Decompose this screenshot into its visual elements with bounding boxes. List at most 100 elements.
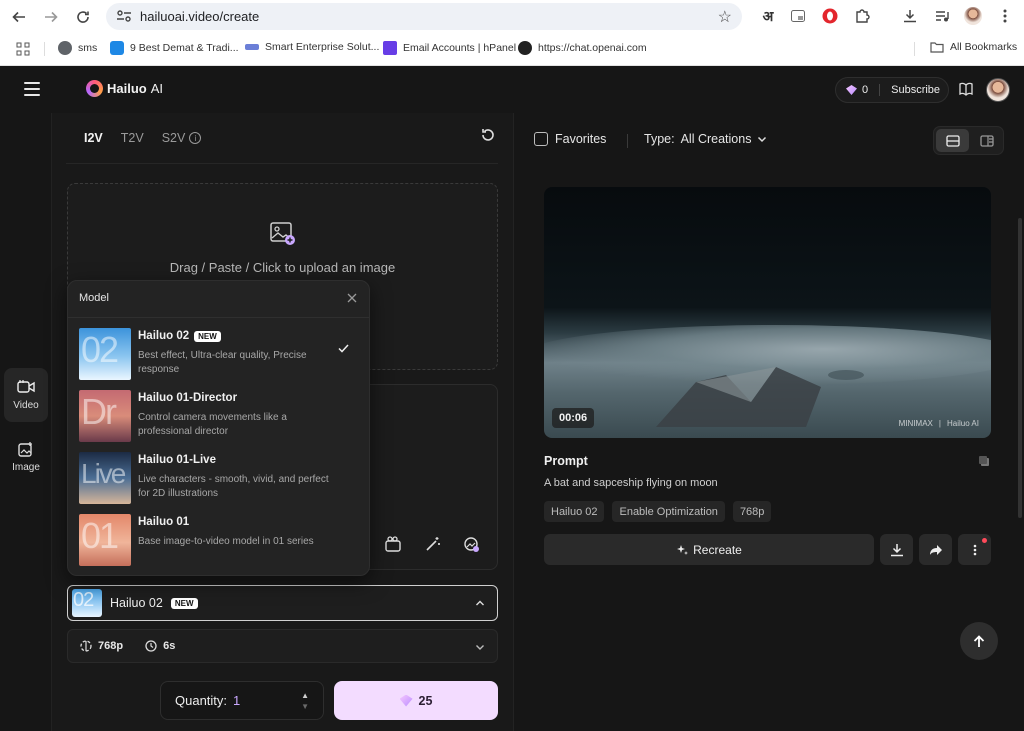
share-button[interactable] [919, 534, 952, 565]
type-filter-dropdown[interactable]: Type: All Creations [644, 132, 767, 146]
subscribe-button[interactable]: Subscribe [891, 84, 940, 96]
translate-extension-icon[interactable]: अ [758, 6, 778, 26]
recreate-label: Recreate [693, 542, 742, 557]
sparkle-icon [677, 544, 689, 555]
site-settings-icon[interactable] [116, 9, 132, 23]
rail-item-image[interactable]: Image [4, 430, 48, 484]
dropdown-title: Model [79, 292, 109, 304]
hailuo-logo[interactable]: Hailuo AI [86, 80, 163, 97]
video-preview[interactable]: 00:06 MINIMAX | Hailuo AI [544, 187, 991, 438]
credits-subscribe-pill[interactable]: 0 Subscribe [835, 77, 949, 103]
new-badge: NEW [170, 597, 198, 609]
recreate-button[interactable]: Recreate [544, 534, 874, 565]
left-rail: Video Image [0, 113, 52, 731]
forward-icon[interactable] [40, 6, 62, 28]
reload-icon[interactable] [72, 6, 94, 28]
model-option-hailuo-02[interactable]: 02 Hailuo 02 NEW Best effect, Ultra-clea… [79, 328, 359, 380]
model-description: Live characters - smooth, vivid, and per… [138, 474, 329, 499]
tab-s2v[interactable]: S2V i [162, 131, 202, 145]
decrement-icon[interactable]: ▼ [301, 701, 309, 712]
bookmark-chatgpt[interactable]: https://chat.openai.com [518, 41, 647, 55]
stepper-arrows[interactable]: ▲ ▼ [301, 690, 309, 712]
model-option-hailuo-01-live[interactable]: Live Hailuo 01-Live Live characters - sm… [79, 452, 359, 504]
opera-extension-icon[interactable] [820, 6, 840, 26]
download-button[interactable] [880, 534, 913, 565]
copy-icon[interactable] [978, 455, 990, 467]
prompt-text: A bat and sapceship flying on moon [544, 477, 718, 489]
resolution-icon [80, 640, 92, 652]
model-option-hailuo-01-director[interactable]: Dr Hailuo 01-Director Control camera mov… [79, 390, 359, 442]
extensions-puzzle-icon[interactable] [852, 6, 872, 26]
notification-dot [982, 538, 987, 543]
download-icon[interactable] [900, 6, 920, 26]
bookmark-label: Email Accounts | hPanel [403, 42, 517, 54]
bookmark-demat[interactable]: 9 Best Demat & Tradi... [110, 41, 239, 55]
split-view-icon[interactable] [971, 129, 1003, 152]
reset-icon[interactable] [480, 127, 498, 145]
creations-panel: Favorites Type: All Creations 00:06 MINI… [515, 113, 1024, 731]
bookmark-enterprise[interactable]: Smart Enterprise Solut... [245, 41, 379, 53]
bookmark-label: sms [78, 42, 98, 54]
logo-text: Hailuo [107, 81, 147, 96]
openai-favicon-icon [518, 41, 532, 55]
share-icon [929, 544, 942, 555]
generation-tags: Hailuo 02 Enable Optimization 768p [544, 501, 772, 522]
model-description: Best effect, Ultra-clear quality, Precis… [138, 350, 307, 375]
image-icon [18, 442, 32, 457]
model-description: Control camera movements like a professi… [138, 412, 287, 437]
book-icon[interactable] [958, 81, 974, 97]
model-thumbnail: 02 [79, 328, 131, 380]
camera-movement-icon[interactable] [384, 535, 402, 553]
tab-t2v[interactable]: T2V [121, 131, 144, 145]
list-view-icon[interactable] [936, 129, 969, 152]
style-preset-icon[interactable] [462, 535, 480, 553]
profile-avatar[interactable] [963, 6, 983, 26]
site-favicon-icon [245, 44, 259, 50]
quantity-label: Quantity: [175, 693, 228, 708]
info-icon[interactable]: i [189, 132, 202, 144]
app-header: Hailuo AI 0 Subscribe [0, 67, 1024, 113]
quantity-stepper[interactable]: Quantity: 1 ▲ ▼ [160, 681, 324, 720]
bookmark-hpanel[interactable]: Email Accounts | hPanel [383, 41, 516, 55]
checkmark-icon [338, 344, 349, 353]
prompt-heading: Prompt [544, 454, 588, 468]
media-controls-icon[interactable] [932, 6, 952, 26]
tab-label: I2V [84, 131, 103, 145]
apps-grid-icon[interactable] [16, 42, 30, 56]
address-bar[interactable]: hailuoai.video/create ☆ [106, 3, 742, 30]
model-selector-name: Hailuo 02 [110, 596, 163, 610]
bookmark-star-icon[interactable]: ☆ [718, 7, 732, 27]
generate-cost: 25 [418, 693, 433, 708]
rail-item-video[interactable]: Video [4, 368, 48, 422]
scrollbar[interactable] [1018, 218, 1022, 518]
arrow-up-icon [973, 634, 985, 647]
close-icon[interactable] [347, 293, 357, 303]
url-text: hailuoai.video/create [140, 9, 260, 24]
all-bookmarks-button[interactable]: All Bookmarks [930, 41, 1017, 53]
more-options-button[interactable] [958, 534, 991, 565]
user-avatar[interactable] [986, 78, 1010, 102]
chevron-up-icon [476, 600, 484, 606]
generation-settings[interactable]: 768p 6s [67, 629, 498, 663]
rail-label: Video [13, 400, 39, 411]
pip-extension-icon[interactable] [788, 6, 808, 26]
back-icon[interactable] [8, 6, 30, 28]
generate-button[interactable]: 25 [334, 681, 498, 720]
site-favicon-icon [110, 41, 124, 55]
favorites-filter[interactable]: Favorites [534, 132, 606, 146]
model-thumbnail [72, 589, 102, 617]
resolution-value: 768p [98, 640, 124, 652]
tab-i2v[interactable]: I2V [84, 131, 103, 145]
browser-menu-icon[interactable] [995, 6, 1015, 26]
model-option-hailuo-01[interactable]: 01 Hailuo 01 Base image-to-video model i… [79, 514, 359, 566]
pill-divider [879, 84, 881, 96]
magic-wand-icon[interactable] [424, 535, 442, 553]
model-name: Hailuo 02 [138, 330, 190, 342]
scroll-to-top-button[interactable] [960, 622, 998, 660]
model-selector[interactable]: Hailuo 02 NEW [67, 585, 498, 621]
hamburger-menu-icon[interactable] [24, 82, 40, 96]
download-icon [890, 543, 903, 556]
bookmark-sms[interactable]: sms [58, 41, 97, 55]
favorites-checkbox[interactable] [534, 132, 548, 146]
increment-icon[interactable]: ▲ [301, 690, 309, 701]
